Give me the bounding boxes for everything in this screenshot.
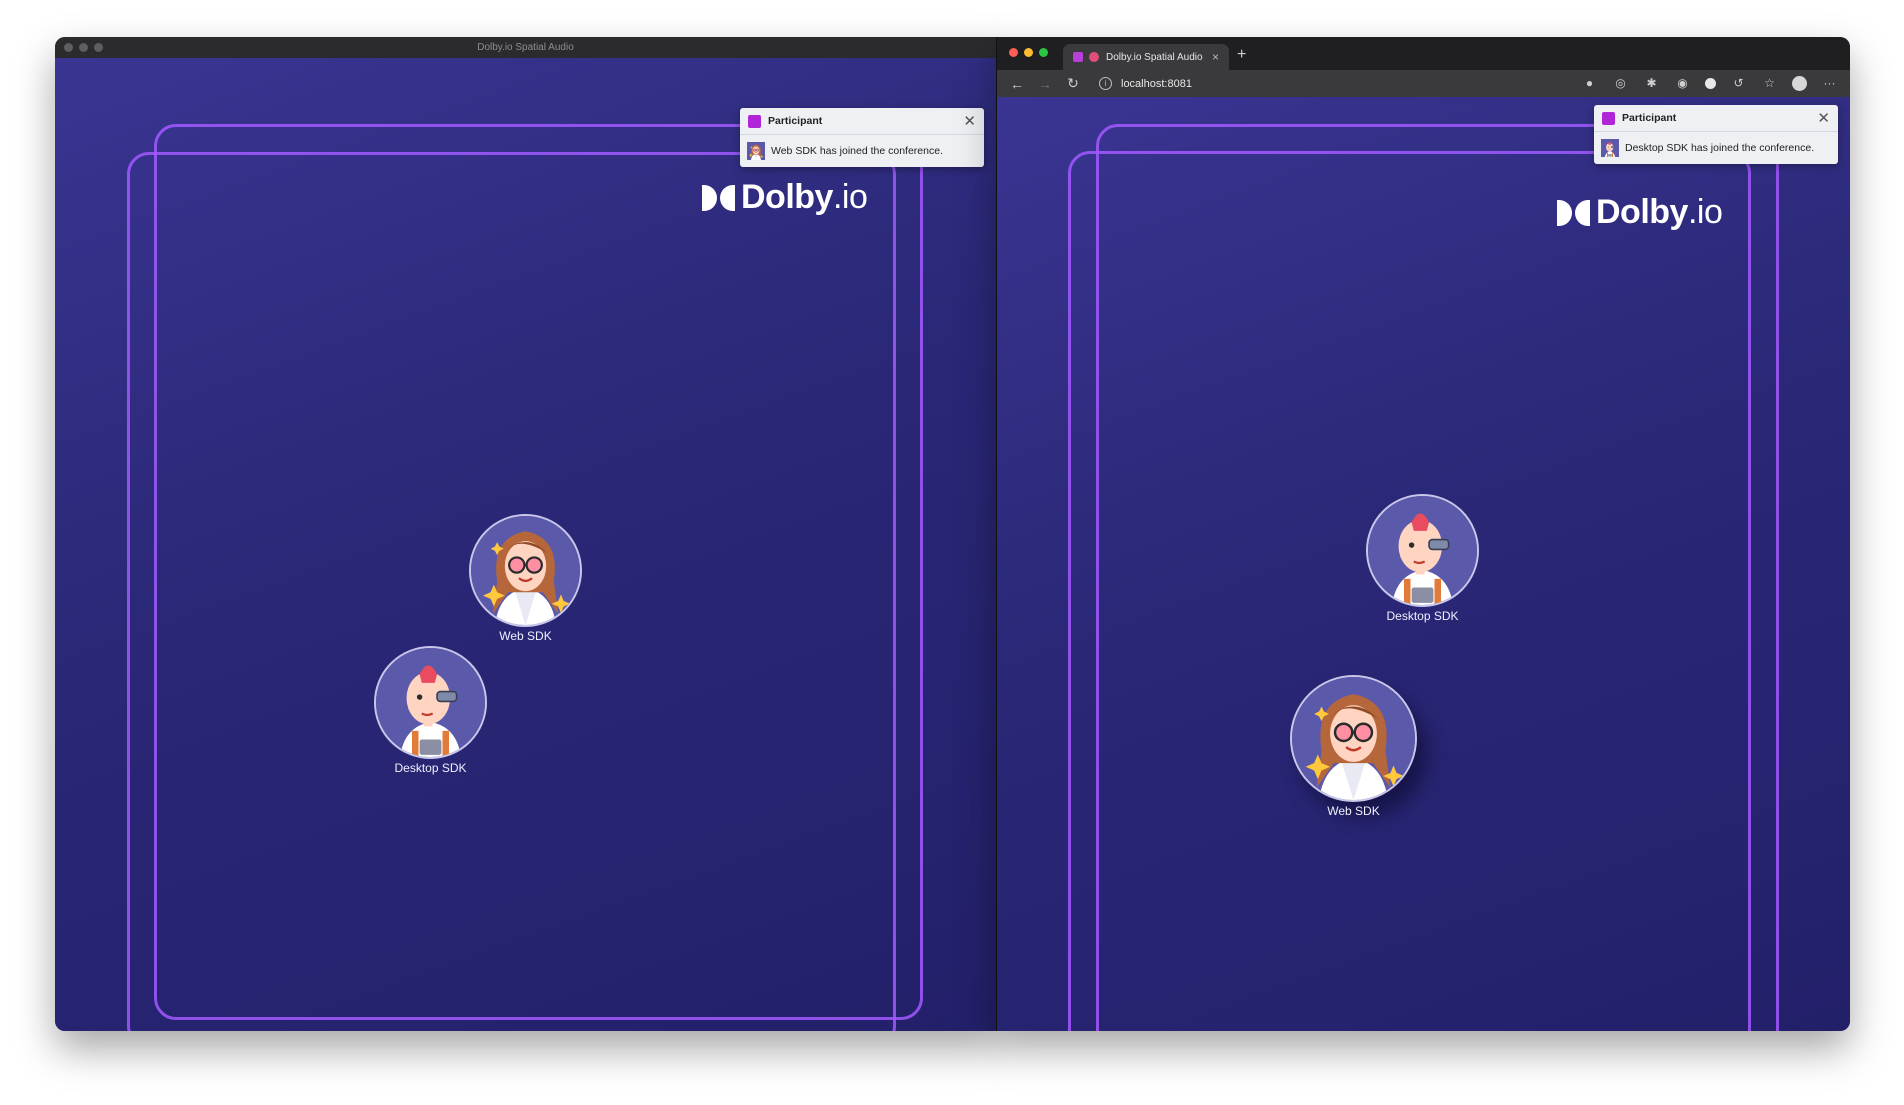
- participant-name: Desktop SDK: [1386, 609, 1459, 623]
- tab-close-button[interactable]: ×: [1212, 50, 1219, 64]
- dolby-mark-icon: [1557, 199, 1590, 226]
- record-extension-icon[interactable]: [1705, 78, 1716, 89]
- zoom-window-button[interactable]: [1039, 48, 1048, 57]
- browser-window: Dolby.io Spatial Audio × + ← → ↻ i local…: [996, 37, 1850, 1031]
- spatial-audio-canvas[interactable]: Dolby.io Desktop SDK Web SDK Participant…: [997, 97, 1850, 1031]
- back-button[interactable]: ←: [1003, 76, 1031, 92]
- refresh-extension-icon[interactable]: ↺: [1730, 75, 1747, 92]
- forward-button[interactable]: →: [1031, 76, 1059, 92]
- spatial-audio-canvas[interactable]: Dolby.io Web SDK Desktop SDK Participant…: [55, 58, 996, 1031]
- participant-name: Web SDK: [1327, 804, 1380, 818]
- new-tab-button[interactable]: +: [1237, 46, 1246, 64]
- dolby-mark-icon: [702, 184, 735, 211]
- close-window-button[interactable]: [64, 43, 73, 52]
- zoom-window-button[interactable]: [94, 43, 103, 52]
- close-window-button[interactable]: [1009, 48, 1018, 57]
- site-permissions-icon[interactable]: ◎: [1612, 75, 1629, 92]
- window-controls: [1009, 48, 1048, 57]
- woman-with-glasses-icon: [747, 141, 765, 161]
- extension-icon[interactable]: ✱: [1643, 75, 1660, 92]
- participant-toast: Participant ✕ Web SDK has joined the con…: [740, 108, 984, 167]
- toast-header: Participant ✕: [1594, 105, 1838, 132]
- toast-close-button[interactable]: ✕: [963, 112, 976, 130]
- address-url: localhost:8081: [1121, 77, 1192, 90]
- site-info-icon[interactable]: i: [1099, 77, 1112, 90]
- browser-toolbar: ← → ↻ i localhost:8081 ● ◎ ✱ ◉ ↺ ☆ ···: [997, 70, 1850, 97]
- participant-name: Web SDK: [499, 629, 552, 643]
- window-title: Dolby.io Spatial Audio: [477, 42, 574, 53]
- tab-title: Dolby.io Spatial Audio: [1106, 51, 1203, 63]
- participant-web-sdk[interactable]: Web SDK: [469, 514, 582, 643]
- logo-text: Dolby.io: [1596, 193, 1723, 231]
- minimize-window-button[interactable]: [79, 43, 88, 52]
- profile-avatar-icon[interactable]: [1792, 76, 1807, 91]
- toast-close-button[interactable]: ✕: [1817, 109, 1830, 127]
- dolby-logo: Dolby.io: [702, 178, 868, 217]
- participant-badge-icon: [1602, 111, 1615, 125]
- toast-body: Desktop SDK has joined the conference.: [1594, 132, 1838, 164]
- participant-badge-icon: [748, 114, 761, 128]
- tab-strip: Dolby.io Spatial Audio × +: [997, 37, 1850, 70]
- participant-web-sdk[interactable]: Web SDK: [1290, 675, 1417, 818]
- extension-favicon-icon: [1073, 52, 1083, 62]
- cyborg-man-icon: [1366, 494, 1479, 607]
- woman-with-glasses-icon: [1290, 675, 1417, 802]
- logo-text: Dolby.io: [741, 178, 868, 216]
- toast-message: Desktop SDK has joined the conference.: [1625, 142, 1815, 154]
- toast-message: Web SDK has joined the conference.: [771, 145, 943, 157]
- reload-button[interactable]: ↻: [1059, 75, 1087, 92]
- window-controls: [64, 43, 103, 52]
- participant-desktop-sdk[interactable]: Desktop SDK: [1366, 494, 1479, 623]
- window-titlebar: Dolby.io Spatial Audio: [55, 37, 996, 58]
- minimize-window-button[interactable]: [1024, 48, 1033, 57]
- cyborg-man-icon: [1601, 138, 1619, 158]
- toast-header: Participant ✕: [740, 108, 984, 135]
- microphone-icon[interactable]: ●: [1581, 75, 1598, 92]
- browser-chrome: Dolby.io Spatial Audio × + ← → ↻ i local…: [997, 37, 1850, 97]
- more-menu-button[interactable]: ···: [1821, 75, 1838, 92]
- participant-name: Desktop SDK: [394, 761, 467, 775]
- toolbar-icons: ● ◎ ✱ ◉ ↺ ☆ ···: [1581, 75, 1838, 92]
- woman-with-glasses-icon: [469, 514, 582, 627]
- favorites-icon[interactable]: ☆: [1761, 75, 1778, 92]
- cyborg-man-icon: [374, 646, 487, 759]
- participant-desktop-sdk[interactable]: Desktop SDK: [374, 646, 487, 775]
- toast-title: Participant: [768, 115, 823, 127]
- participant-toast: Participant ✕ Desktop SDK has joined the…: [1594, 105, 1838, 164]
- toast-body: Web SDK has joined the conference.: [740, 135, 984, 167]
- tab-dolby-spatial-audio[interactable]: Dolby.io Spatial Audio ×: [1063, 44, 1229, 70]
- desktop-app-window: Dolby.io Spatial Audio Dolby.io Web SDK …: [55, 37, 996, 1031]
- camera-extension-icon[interactable]: ◉: [1674, 75, 1691, 92]
- recording-favicon-icon: [1089, 52, 1099, 62]
- toast-title: Participant: [1622, 112, 1677, 124]
- dolby-logo: Dolby.io: [1557, 193, 1723, 232]
- address-bar[interactable]: i localhost:8081: [1099, 73, 1615, 94]
